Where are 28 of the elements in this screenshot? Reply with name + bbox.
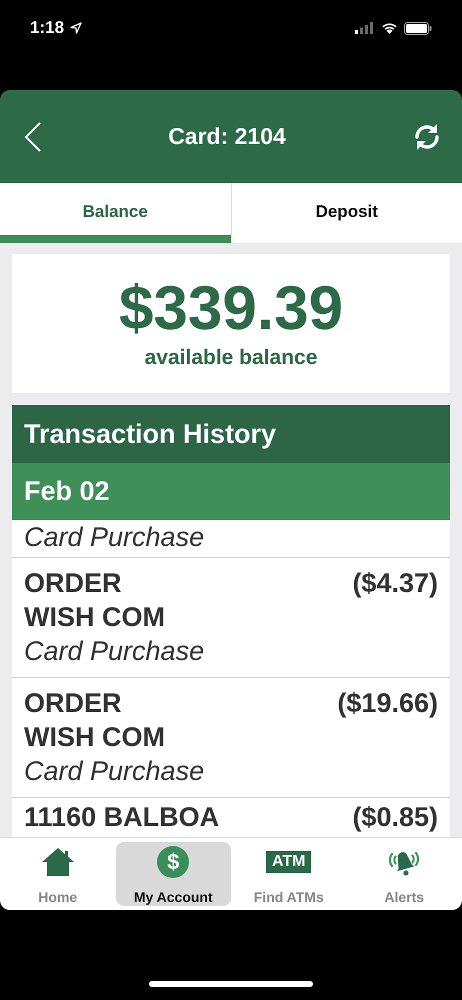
location-arrow-icon [70, 22, 82, 34]
dollar-icon: $ [157, 846, 190, 878]
section-header: Transaction History [12, 405, 450, 463]
house-icon [40, 846, 75, 878]
nav-tab[interactable]: $ My Account [116, 842, 231, 906]
balance-amount: $339.39 [118, 278, 344, 340]
transaction-type: Card Purchase [24, 755, 204, 788]
transaction-amount: ($4.37) [352, 567, 438, 600]
wifi-icon [381, 22, 398, 34]
signal-icon [355, 22, 375, 34]
merchant-name: ORDER WISH COM [24, 567, 166, 634]
atm-icon: ATM [266, 851, 312, 873]
merchant-name: ORDER WISH COM [24, 687, 166, 754]
date-header: Feb 02 [12, 463, 450, 520]
transaction-row[interactable]: ORDER WISH COM Card Purchase ($19.66) [12, 678, 450, 798]
merchant-name: 11160 BALBOA [24, 801, 220, 834]
transaction-type: Card Purchase [24, 635, 204, 668]
transaction-type: Card Purchase [24, 521, 204, 554]
transaction-amount: ($0.85) [352, 801, 438, 834]
balance-caption: available balance [144, 346, 318, 370]
back-chevron-icon [24, 122, 42, 152]
transaction-row[interactable]: 11160 BALBOA ($0.85) [12, 798, 450, 834]
battery-icon [404, 22, 432, 34]
transaction-amount: ($19.66) [337, 687, 438, 720]
status-time: 1:18 [30, 18, 64, 38]
screen-title: Card: 2104 [168, 123, 286, 150]
transaction-row[interactable]: Card Purchase [12, 520, 450, 558]
transaction-row[interactable]: ORDER WISH COM Card Purchase ($4.37) [12, 558, 450, 678]
